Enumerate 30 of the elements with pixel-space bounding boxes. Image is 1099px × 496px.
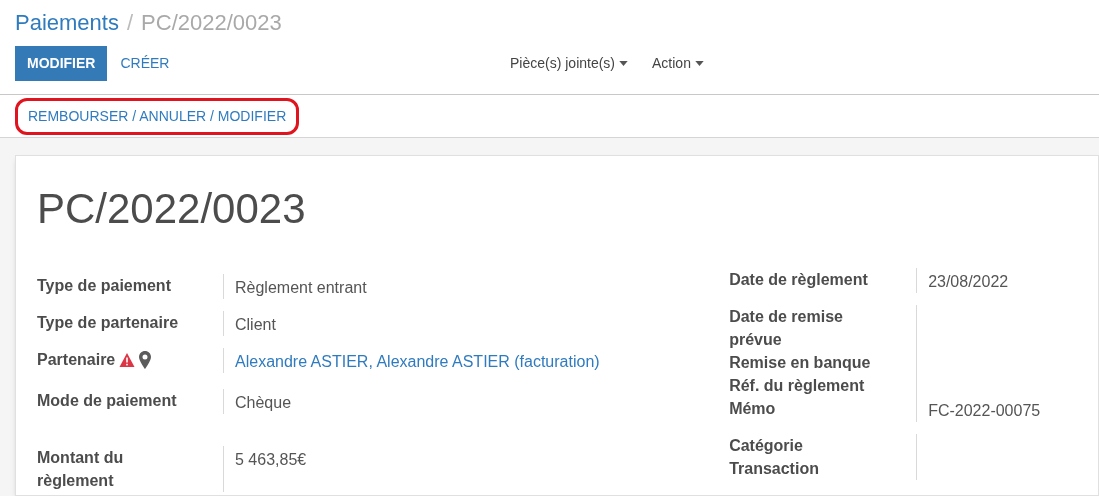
dropdown-button[interactable]: Pièce(s) jointe(s) xyxy=(510,46,629,81)
field-label: Type de paiement xyxy=(37,276,171,296)
field-label: Partenaire xyxy=(37,350,116,370)
field-label: Mémo xyxy=(729,399,776,419)
field-label: Date de règlement xyxy=(729,270,868,290)
field-label: Transaction xyxy=(729,459,819,479)
field-value: Chèque xyxy=(235,393,293,413)
breadcrumb-current: PC/2022/0023 xyxy=(141,10,282,36)
caret-icon xyxy=(619,61,629,66)
field-value: Client xyxy=(235,315,277,335)
field-value: 5 463,85€ xyxy=(235,450,308,470)
field-value: Règlement entrant xyxy=(235,278,368,298)
caret-icon xyxy=(694,61,704,66)
field-value: FC-2022-00075 xyxy=(928,401,1042,421)
field-label: Catégorie xyxy=(729,436,803,456)
action-link[interactable]: REMBOURSER / ANNULER / MODIFIER xyxy=(28,105,287,127)
field-label: Remise en banque xyxy=(729,353,871,373)
field-label: Montant du règlement xyxy=(37,448,125,491)
record-title: PC/2022/0023 xyxy=(37,186,307,232)
create-button[interactable]: CRÉER xyxy=(108,46,182,81)
partner-link[interactable]: Alexandre ASTIER, Alexandre ASTIER (facturation) xyxy=(235,348,630,373)
breadcrumb-separator: / xyxy=(125,10,135,36)
breadcrumb-link[interactable]: Paiements xyxy=(15,10,119,36)
field-value: 23/08/2022 xyxy=(928,272,1010,292)
dropdown-button[interactable]: Action xyxy=(652,46,704,81)
field-label: Réf. du règlement xyxy=(729,376,865,396)
field-label: Type de partenaire xyxy=(37,313,179,333)
field-label: Date de remise prévue xyxy=(729,307,844,350)
field-label: Mode de paiement xyxy=(37,391,177,411)
edit-button[interactable]: MODIFIER xyxy=(15,46,108,81)
